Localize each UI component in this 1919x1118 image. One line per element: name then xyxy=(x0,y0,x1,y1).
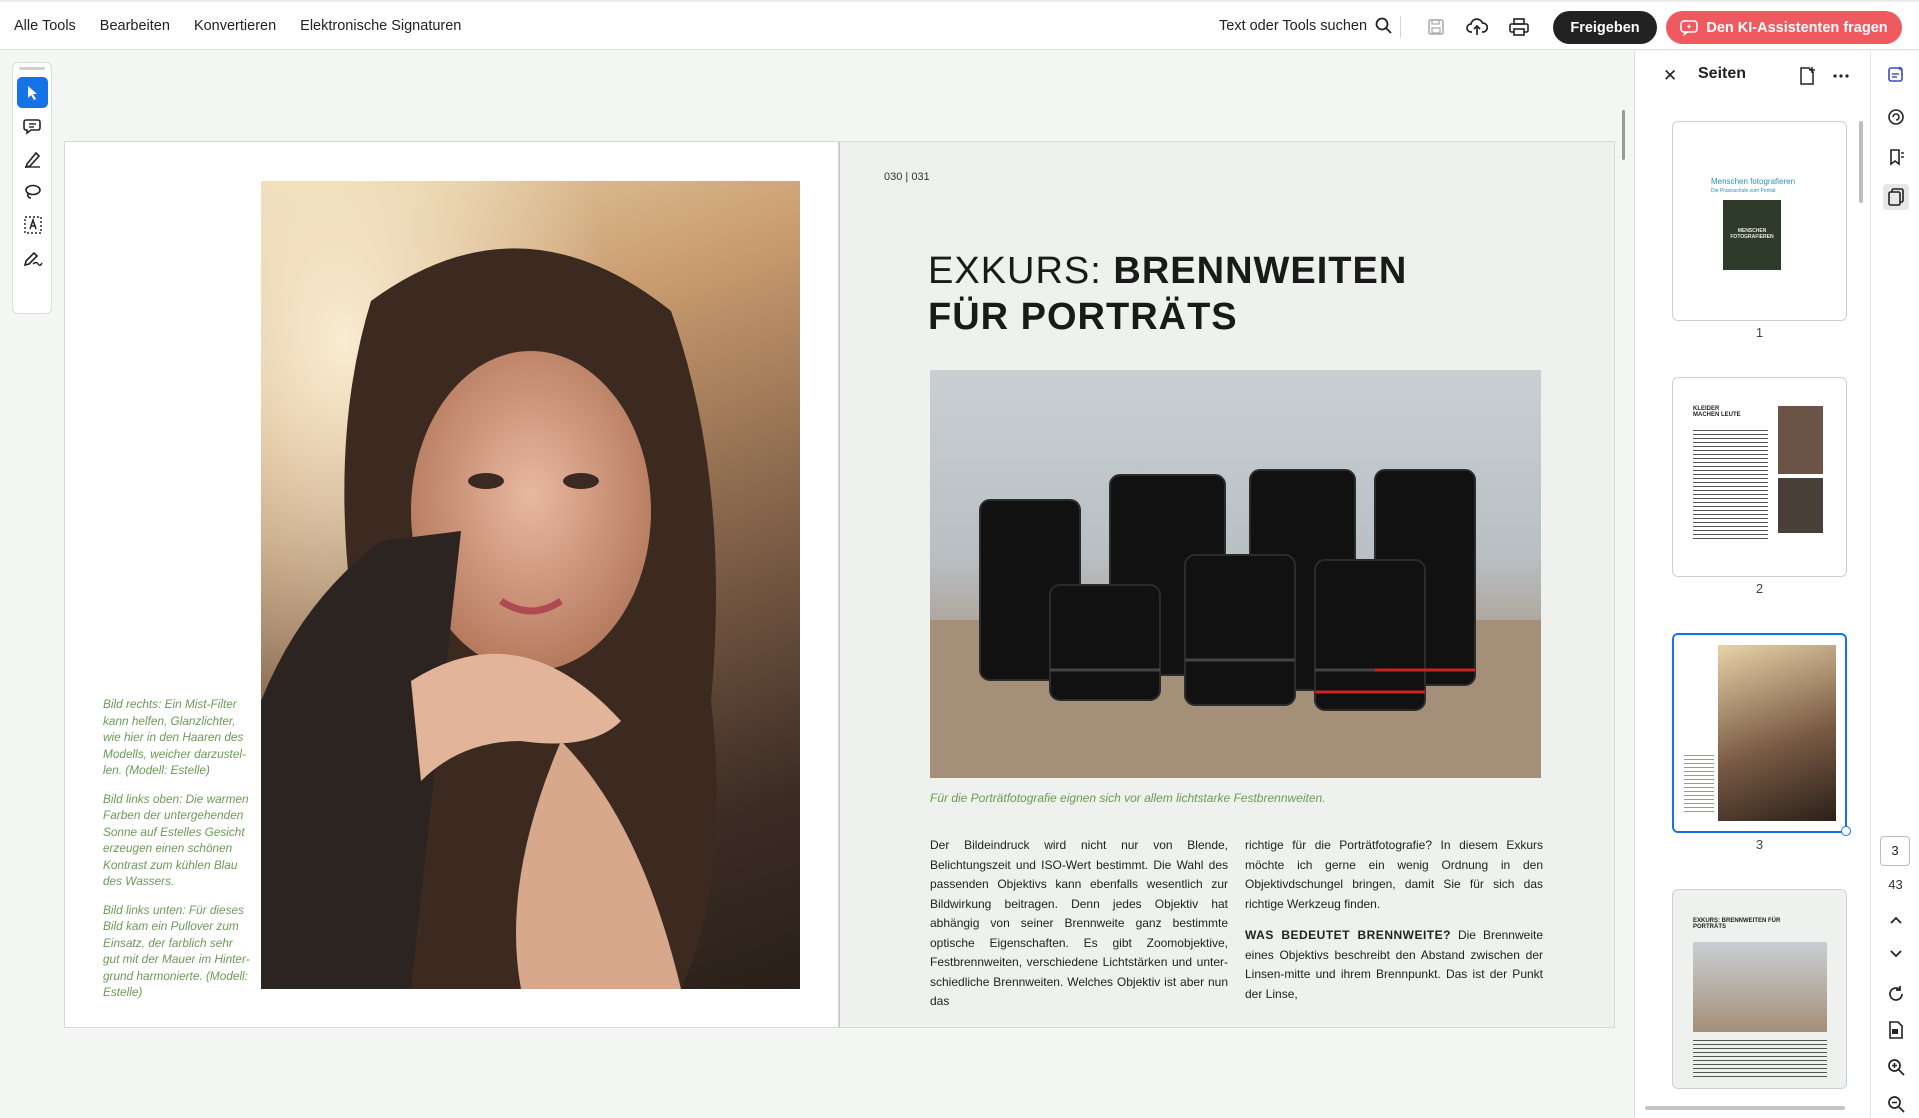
rotate-icon[interactable] xyxy=(1883,981,1909,1007)
document-scrollbar[interactable] xyxy=(1622,110,1625,160)
rail-drag-handle[interactable] xyxy=(19,67,45,70)
share-button[interactable]: Freigeben xyxy=(1553,11,1657,44)
pages-panel-hscrollbar[interactable] xyxy=(1645,1106,1845,1110)
heading-bold-2: FÜR PORTRÄTS xyxy=(928,296,1238,338)
page-thumbnail-3[interactable] xyxy=(1672,633,1847,833)
pages-icon[interactable] xyxy=(1883,184,1909,210)
body-column-2: richtige für die Porträtfotografie? In d… xyxy=(1245,836,1543,1004)
col2-subhead: WAS BEDEUTET BRENNWEITE? xyxy=(1245,928,1451,942)
signature-icon xyxy=(23,249,43,267)
left-captions: Bild rechts: Ein Mist-Filter kann helfen… xyxy=(103,696,251,1013)
zoom-out-icon[interactable] xyxy=(1883,1091,1909,1117)
thumb1-cover: MENSCHEN FOTOGRAFIEREN xyxy=(1723,200,1781,270)
thumbnail-resize-handle[interactable] xyxy=(1841,826,1851,836)
caption-2: Bild links oben: Die warmen Farben der u… xyxy=(103,791,249,889)
page-thumbnail-1[interactable]: Menschen fotografieren Die Praxisschule … xyxy=(1672,121,1847,321)
right-icon-rail: 3 43 xyxy=(1870,51,1919,1118)
pages-panel-title: Seiten xyxy=(1698,65,1747,82)
comment-tool[interactable] xyxy=(17,110,48,141)
caption-1: Bild rechts: Ein Mist-Filter kann helfen… xyxy=(103,697,246,777)
thumb1-title: Menschen fotografieren xyxy=(1711,177,1796,186)
lenses-photo xyxy=(930,370,1541,778)
draw-tool[interactable] xyxy=(17,176,48,207)
heading-bold-1: BRENNWEITEN xyxy=(1113,250,1408,292)
ai-assistant-icon xyxy=(1680,19,1699,36)
total-pages: 43 xyxy=(1888,877,1903,892)
highlight-tool[interactable] xyxy=(17,143,48,174)
thumb3-caption xyxy=(1684,755,1714,815)
menu-all-tools[interactable]: Alle Tools xyxy=(14,18,76,34)
thumb4-heading: EXKURS: BRENNWEITEN FÜR PORTRÄTS xyxy=(1693,918,1781,930)
thumb2-text xyxy=(1693,430,1768,540)
more-options-icon[interactable] xyxy=(1831,66,1851,86)
quick-tools-rail xyxy=(12,62,52,314)
lasso-icon xyxy=(23,183,43,201)
pages-panel-header: ✕ Seiten xyxy=(1635,51,1871,103)
save-icon[interactable] xyxy=(1424,15,1448,39)
ai-summary-icon[interactable] xyxy=(1883,61,1909,87)
page-numbers: 030 | 031 xyxy=(884,171,930,183)
chevron-down-icon[interactable] xyxy=(1883,941,1909,967)
page-thumbnail-4[interactable]: EXKURS: BRENNWEITEN FÜR PORTRÄTS xyxy=(1672,889,1847,1089)
menu-edit[interactable]: Bearbeiten xyxy=(100,18,170,34)
page-thumbnail-2-label: 2 xyxy=(1755,581,1764,596)
search-label: Text oder Tools suchen xyxy=(1219,17,1368,34)
thumb3-photo xyxy=(1718,645,1836,821)
thumb4-photo xyxy=(1693,942,1827,1032)
col2-text-a: richtige für die Porträtfotografie? In d… xyxy=(1245,838,1543,911)
print-icon[interactable] xyxy=(1507,15,1531,39)
thumb2-heading: KLEIDER MACHEN LEUTE xyxy=(1693,406,1741,418)
thumb4-text xyxy=(1693,1040,1827,1080)
close-icon[interactable]: ✕ xyxy=(1663,66,1677,86)
comment-icon xyxy=(22,117,43,135)
select-tool[interactable] xyxy=(17,77,48,108)
thumb1-subtitle: Die Praxisschule zum Porträt xyxy=(1711,188,1776,194)
page-thumbnail-3-label: 3 xyxy=(1755,837,1764,852)
search-icon xyxy=(1375,17,1392,34)
image-caption: Für die Porträtfotografie eignen sich vo… xyxy=(930,791,1326,805)
pages-panel: ✕ Seiten Menschen fotografieren Die Prax… xyxy=(1634,51,1870,1118)
comments-icon[interactable] xyxy=(1883,104,1909,130)
thumb2-photo-1 xyxy=(1778,406,1823,474)
top-toolbar: Alle Tools Bearbeiten Konvertieren Elekt… xyxy=(0,0,1919,50)
article-heading: EXKURS: BRENNWEITEN FÜR PORTRÄTS xyxy=(928,248,1407,340)
text-select-tool[interactable] xyxy=(17,209,48,240)
chevron-up-icon[interactable] xyxy=(1883,907,1909,933)
ai-assistant-label: Den KI-Assistenten fragen xyxy=(1706,19,1888,36)
thumb2-photo-2 xyxy=(1778,478,1823,533)
bookmarks-icon[interactable] xyxy=(1883,144,1909,170)
insert-page-icon[interactable] xyxy=(1798,66,1818,86)
menu-esign[interactable]: Elektronische Signaturen xyxy=(300,18,461,34)
pages-panel-scrollbar[interactable] xyxy=(1859,121,1863,203)
text-box-icon xyxy=(23,215,43,235)
pen-icon xyxy=(23,150,43,168)
toolbar-divider xyxy=(1400,16,1401,38)
current-page-input[interactable]: 3 xyxy=(1880,836,1910,866)
upload-cloud-icon[interactable] xyxy=(1465,15,1489,39)
page-thumbnail-2[interactable]: KLEIDER MACHEN LEUTE xyxy=(1672,377,1847,577)
cursor-icon xyxy=(26,85,40,101)
zoom-in-icon[interactable] xyxy=(1883,1054,1909,1080)
ai-assistant-button[interactable]: Den KI-Assistenten fragen xyxy=(1666,11,1902,44)
heading-prefix: EXKURS: xyxy=(928,250,1114,292)
sign-tool[interactable] xyxy=(17,242,48,273)
body-column-1: Der Bildeindruck wird nicht nur von Blen… xyxy=(930,838,1228,1008)
main-menu: Alle Tools Bearbeiten Konvertieren Elekt… xyxy=(14,18,461,34)
portrait-photo xyxy=(261,181,800,989)
page-thumbnail-1-label: 1 xyxy=(1755,325,1764,340)
caption-3: Bild links unten: Für dieses Bild kam ei… xyxy=(103,902,250,1000)
search-tools[interactable]: Text oder Tools suchen xyxy=(1219,17,1392,34)
extract-page-icon[interactable] xyxy=(1883,1017,1909,1043)
menu-convert[interactable]: Konvertieren xyxy=(194,18,276,34)
